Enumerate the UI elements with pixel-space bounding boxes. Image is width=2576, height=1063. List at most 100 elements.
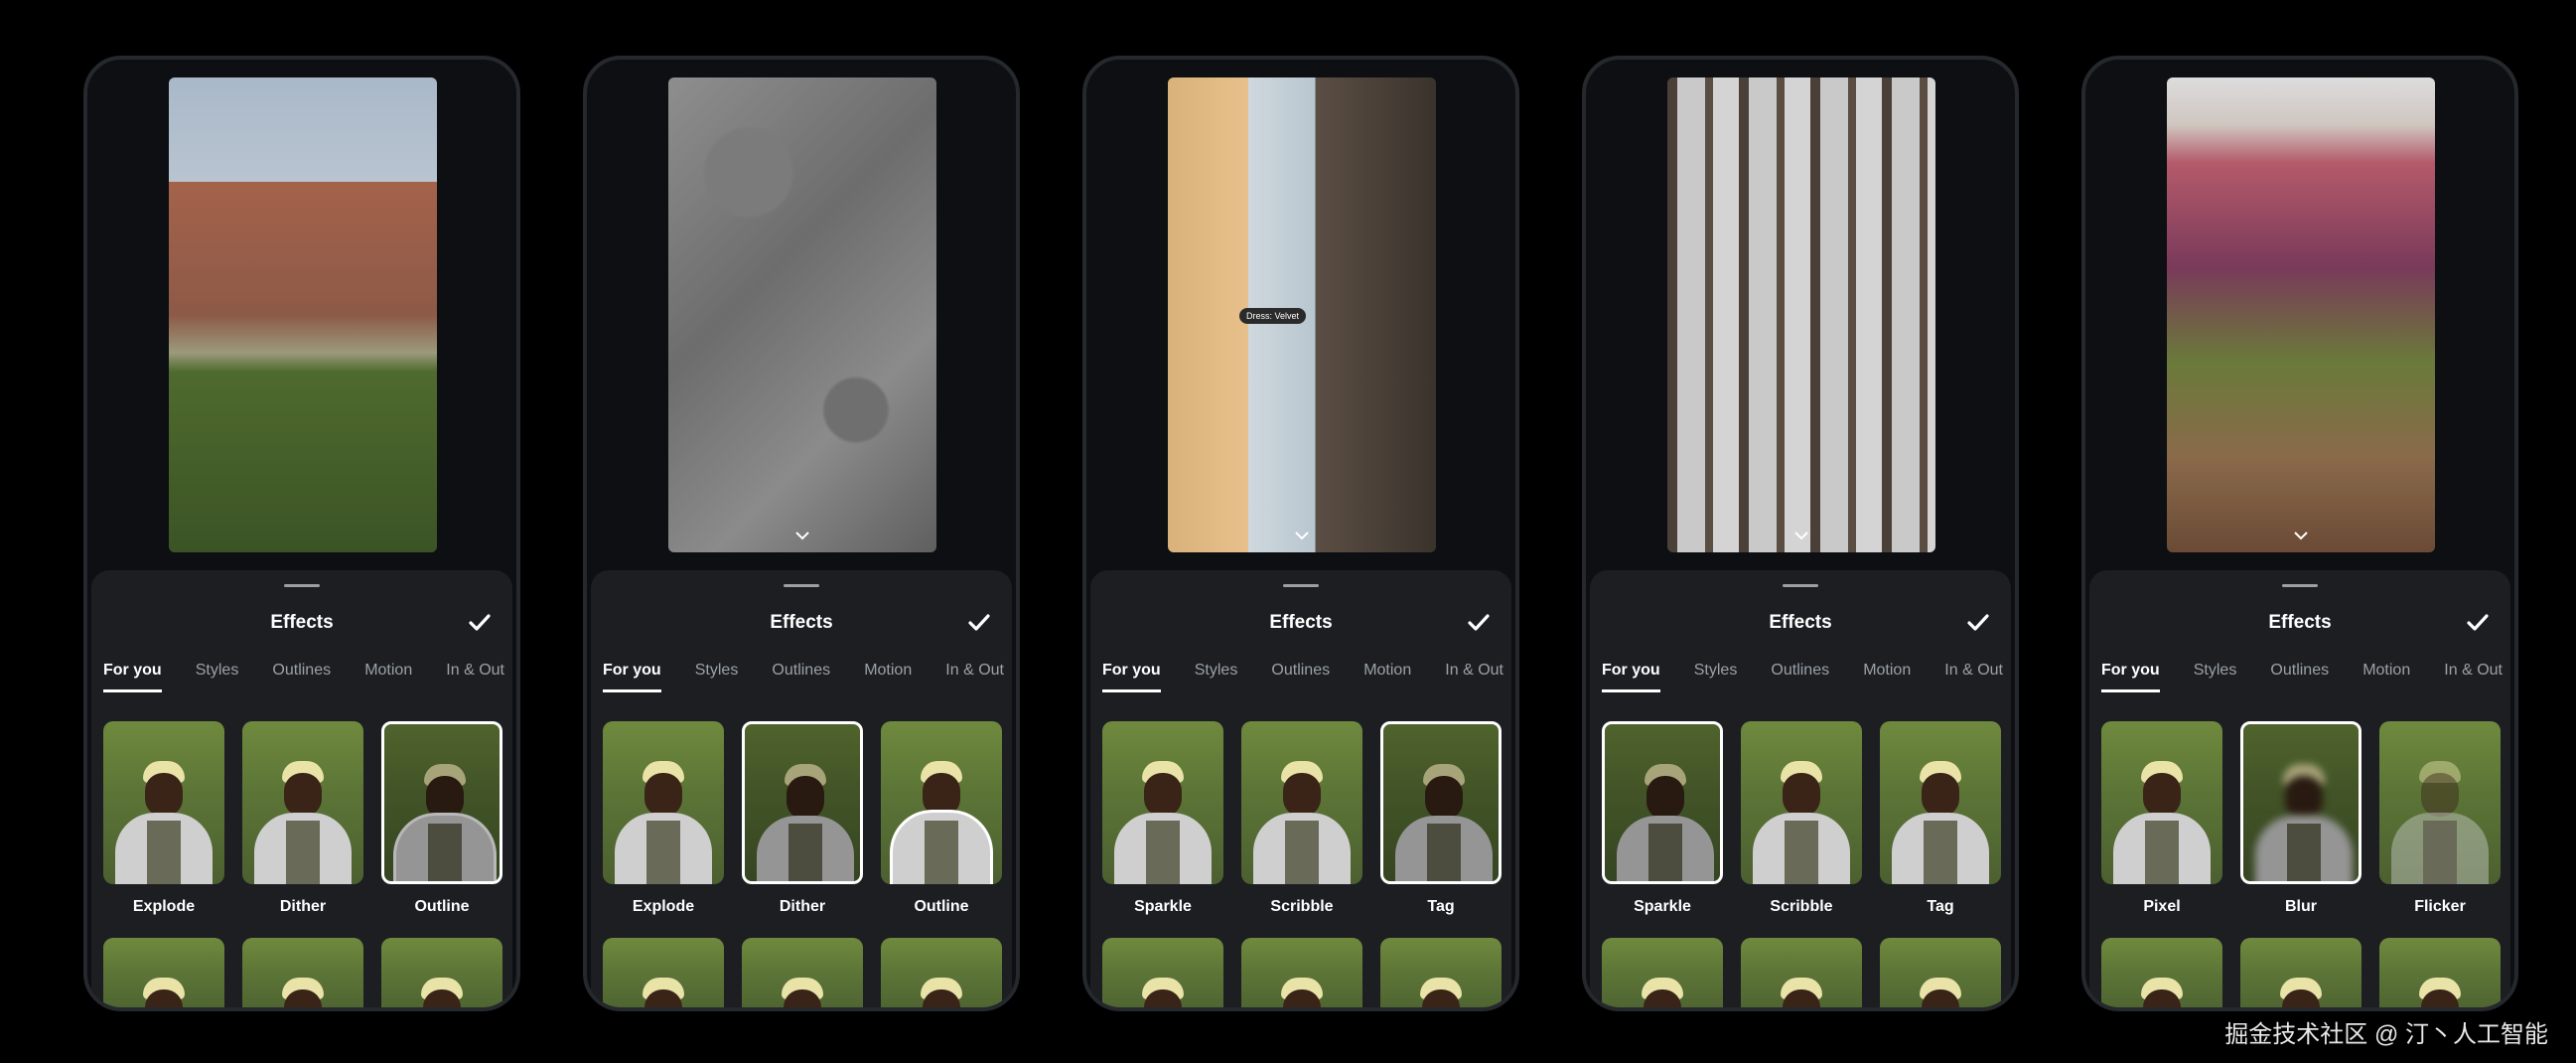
effect-thumbnail[interactable] xyxy=(1102,721,1223,884)
tab-in-out[interactable]: In & Out xyxy=(446,662,504,692)
effect-item[interactable]: Flicker xyxy=(2379,721,2501,938)
effect-thumbnail[interactable] xyxy=(103,721,224,884)
effect-thumbnail[interactable] xyxy=(2101,721,2222,884)
checkmark-icon[interactable] xyxy=(467,610,493,636)
effect-thumbnail[interactable] xyxy=(1241,721,1362,884)
effect-thumbnail[interactable] xyxy=(2379,721,2501,884)
effect-thumbnail[interactable] xyxy=(1241,938,1362,1007)
effect-item[interactable]: Dither xyxy=(242,721,363,938)
video-preview[interactable] xyxy=(1667,77,1935,552)
effect-label: Sparkle xyxy=(1134,898,1192,915)
tab-styles[interactable]: Styles xyxy=(695,662,739,692)
tab-styles[interactable]: Styles xyxy=(1195,662,1238,692)
video-preview[interactable] xyxy=(169,77,437,552)
effect-thumbnail[interactable] xyxy=(1602,721,1723,884)
effect-thumbnail[interactable] xyxy=(603,938,724,1007)
tab-in-out[interactable]: In & Out xyxy=(945,662,1004,692)
tab-outlines[interactable]: Outlines xyxy=(1271,662,1330,692)
drag-handle[interactable] xyxy=(1783,584,1818,587)
tab-motion[interactable]: Motion xyxy=(1363,662,1411,692)
effect-thumbnail[interactable] xyxy=(2101,938,2222,1007)
effect-item[interactable]: Tag xyxy=(1880,721,2001,938)
tab-motion[interactable]: Motion xyxy=(2362,662,2410,692)
effect-thumbnail[interactable] xyxy=(1380,938,1502,1007)
chevron-down-icon[interactable] xyxy=(794,531,810,540)
chevron-down-icon[interactable] xyxy=(2293,531,2309,540)
video-preview[interactable]: Dress: Velvet xyxy=(1168,77,1436,552)
effect-item[interactable]: Tag xyxy=(1380,721,1502,938)
effect-thumbnail[interactable] xyxy=(1741,721,1862,884)
preview-image xyxy=(1667,77,1935,552)
effect-thumbnail[interactable] xyxy=(1380,721,1502,884)
drag-handle[interactable] xyxy=(1283,584,1319,587)
tab-in-out[interactable]: In & Out xyxy=(2444,662,2503,692)
effect-thumbnail[interactable] xyxy=(2379,938,2501,1007)
tab-in-out[interactable]: In & Out xyxy=(1445,662,1503,692)
tab-outlines[interactable]: Outlines xyxy=(2270,662,2329,692)
effect-thumbnail[interactable] xyxy=(1602,938,1723,1007)
tab-outlines[interactable]: Outlines xyxy=(1771,662,1829,692)
tab-motion[interactable]: Motion xyxy=(364,662,412,692)
tab-outlines[interactable]: Outlines xyxy=(272,662,331,692)
thumbnail-torso xyxy=(1785,821,1818,884)
effect-item[interactable]: Scribble xyxy=(1241,721,1362,938)
effect-thumbnail[interactable] xyxy=(603,721,724,884)
effect-thumbnail[interactable] xyxy=(242,721,363,884)
drag-handle[interactable] xyxy=(2282,584,2318,587)
checkmark-icon[interactable] xyxy=(966,610,992,636)
effect-thumbnail[interactable] xyxy=(1102,938,1223,1007)
tab-for-you[interactable]: For you xyxy=(2101,662,2160,692)
tab-styles[interactable]: Styles xyxy=(2194,662,2237,692)
effect-item[interactable]: Pixel xyxy=(2101,721,2222,938)
checkmark-icon[interactable] xyxy=(1466,610,1492,636)
effect-thumbnail[interactable] xyxy=(742,721,863,884)
effect-thumbnail[interactable] xyxy=(2240,938,2361,1007)
phone-screen-2: Effects For you Styles Outlines Motion In & O… xyxy=(583,56,1020,1011)
effect-thumbnail[interactable] xyxy=(881,721,1002,884)
effect-item[interactable]: Explode xyxy=(103,721,224,938)
tab-styles[interactable]: Styles xyxy=(1694,662,1738,692)
tab-motion[interactable]: Motion xyxy=(1863,662,1911,692)
tab-for-you[interactable]: For you xyxy=(1602,662,1660,692)
effect-label: Outline xyxy=(914,898,969,915)
tab-in-out[interactable]: In & Out xyxy=(1944,662,2003,692)
video-preview[interactable] xyxy=(668,77,936,552)
effect-thumbnail[interactable] xyxy=(2240,721,2361,884)
effect-thumbnail[interactable] xyxy=(381,938,502,1007)
checkmark-icon[interactable] xyxy=(2465,610,2491,636)
effect-thumbnail[interactable] xyxy=(881,938,1002,1007)
thumbnail-face xyxy=(1144,773,1182,817)
effect-thumbnail[interactable] xyxy=(1880,938,2001,1007)
effect-item[interactable]: Outline xyxy=(381,721,502,938)
effect-category-tabs: For you Styles Outlines Motion In & Out xyxy=(1602,662,2003,692)
effect-item[interactable]: Dither xyxy=(742,721,863,938)
sheet-title: Effects xyxy=(1769,612,1832,633)
effect-thumbnail[interactable] xyxy=(742,938,863,1007)
effect-category-tabs: For you Styles Outlines Motion In & Out xyxy=(2101,662,2503,692)
video-preview[interactable] xyxy=(2167,77,2435,552)
chevron-down-icon[interactable] xyxy=(1294,531,1310,540)
tab-styles[interactable]: Styles xyxy=(196,662,239,692)
drag-handle[interactable] xyxy=(284,584,320,587)
effect-item[interactable]: Blur xyxy=(2240,721,2361,938)
tab-outlines[interactable]: Outlines xyxy=(772,662,830,692)
checkmark-icon[interactable] xyxy=(1965,610,1991,636)
effect-thumbnail[interactable] xyxy=(1880,721,2001,884)
effect-thumbnail[interactable] xyxy=(1741,938,1862,1007)
effect-item[interactable]: Sparkle xyxy=(1102,721,1223,938)
effect-item[interactable]: Explode xyxy=(603,721,724,938)
effect-thumbnail[interactable] xyxy=(381,721,502,884)
chevron-down-icon[interactable] xyxy=(1793,531,1809,540)
tab-for-you[interactable]: For you xyxy=(1102,662,1161,692)
effect-label: Explode xyxy=(632,898,695,915)
tab-for-you[interactable]: For you xyxy=(603,662,661,692)
tab-motion[interactable]: Motion xyxy=(864,662,912,692)
effect-item[interactable]: Scribble xyxy=(1741,721,1862,938)
drag-handle[interactable] xyxy=(784,584,819,587)
effect-item[interactable]: Sparkle xyxy=(1602,721,1723,938)
thumbnail-face xyxy=(145,773,183,817)
effect-item[interactable]: Outline xyxy=(881,721,1002,938)
effect-thumbnail[interactable] xyxy=(242,938,363,1007)
tab-for-you[interactable]: For you xyxy=(103,662,162,692)
effect-thumbnail[interactable] xyxy=(103,938,224,1007)
